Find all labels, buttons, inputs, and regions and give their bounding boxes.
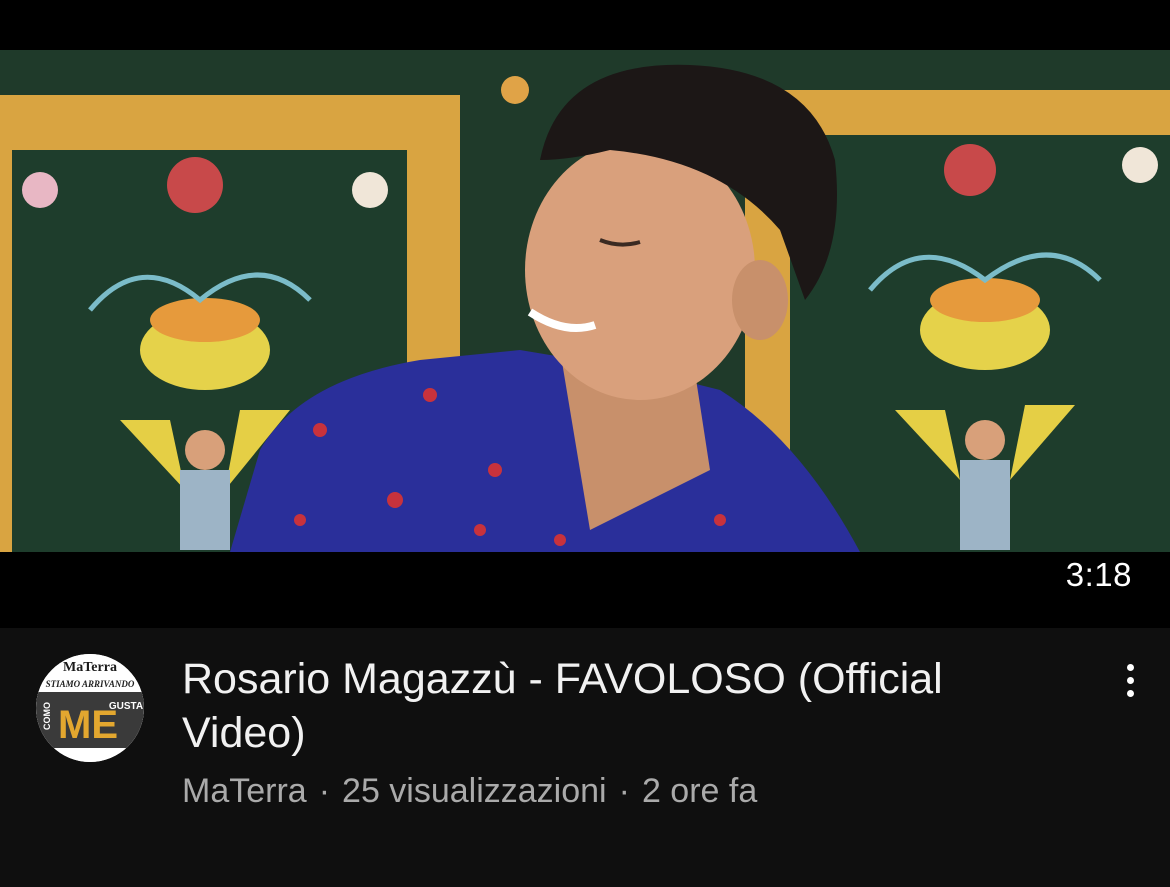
video-title[interactable]: Rosario Magazzù - FAVOLOSO (Official Vid… <box>182 652 1062 760</box>
logo-band-text: STIAMO ARRIVANDO <box>46 679 135 689</box>
view-count: 25 visualizzazioni <box>342 772 607 810</box>
channel-logo: MaTerra STIAMO ARRIVANDO COMO ME GUSTA <box>36 654 144 762</box>
upload-age: 2 ore fa <box>641 772 758 810</box>
logo-right-text: GUSTA <box>109 701 143 712</box>
duration-badge: 3:18 <box>1065 556 1132 593</box>
logo-top-text: MaTerra <box>63 660 117 675</box>
video-card[interactable]: 3:18 MaTerra STIAMO ARRIVANDO COMO ME GU… <box>0 0 1170 887</box>
more-options-button[interactable] <box>1108 655 1152 705</box>
separator: · <box>618 772 630 810</box>
separator: · <box>318 772 331 810</box>
video-metadata: MaTerra · 25 visualizzazioni · 2 ore fa <box>182 772 757 811</box>
thumbnail-image <box>0 50 1170 552</box>
channel-avatar[interactable]: MaTerra STIAMO ARRIVANDO COMO ME GUSTA <box>36 654 144 762</box>
video-thumbnail[interactable] <box>0 50 1170 552</box>
more-vertical-icon <box>1126 663 1134 671</box>
video-thumbnail-area[interactable]: 3:18 <box>0 0 1170 628</box>
channel-name[interactable]: MaTerra <box>182 772 307 811</box>
logo-left-text: COMO <box>42 702 52 730</box>
